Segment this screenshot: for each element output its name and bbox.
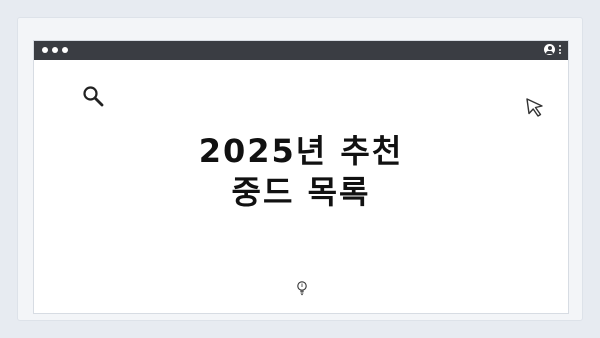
window-dot-maximize[interactable] [62,47,68,53]
user-icon[interactable] [544,44,555,55]
page-title-line-1: 2025년 추천 [198,132,404,170]
page-title-line-2: 중드 목록 [231,173,371,211]
cursor-icon [526,98,543,117]
kebab-menu-icon[interactable] [559,45,561,54]
page-title: 2025년 추천 중드 목록 [34,131,568,213]
window-titlebar [34,41,568,60]
search-icon [83,86,104,107]
window-dot-close[interactable] [42,47,48,53]
window-dot-minimize[interactable] [52,47,58,53]
browser-window: 2025년 추천 중드 목록 [33,40,569,314]
titlebar-actions [544,44,561,55]
lightbulb-icon [297,281,307,296]
window-controls [42,47,68,53]
